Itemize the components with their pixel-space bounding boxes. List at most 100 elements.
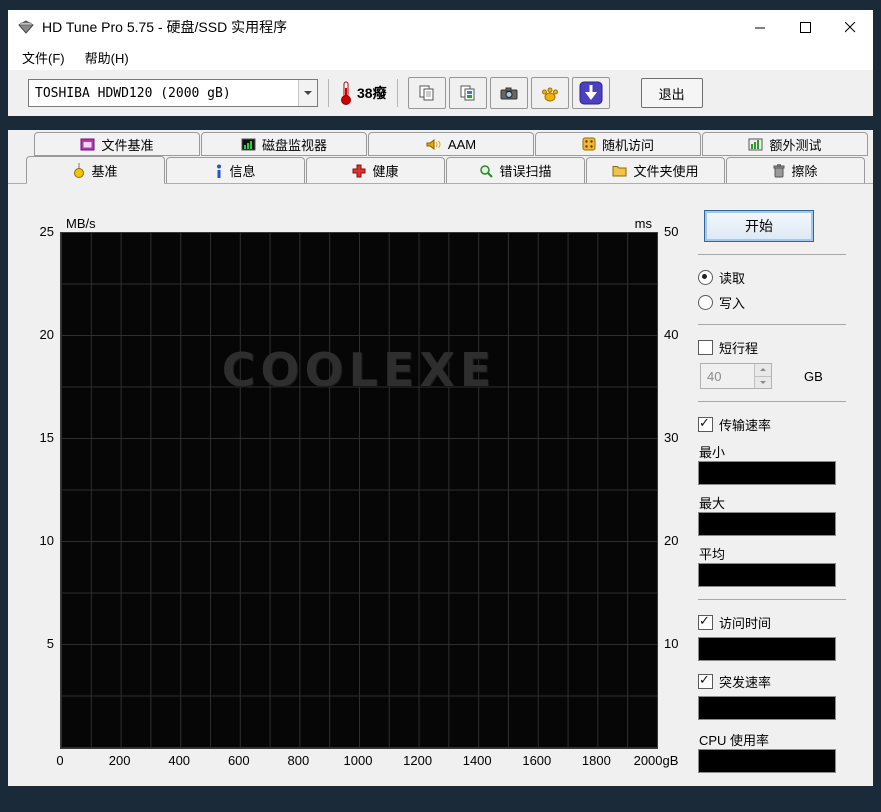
x-tick: 1600 — [522, 753, 551, 768]
short-stroke-size-input[interactable]: 40 — [700, 363, 772, 389]
camera-icon — [500, 86, 518, 101]
x-tick: 1400 — [463, 753, 492, 768]
tab-error-scan[interactable]: 错误扫描 — [446, 157, 585, 183]
avg-value-field — [698, 563, 836, 587]
copy-image-icon — [459, 85, 477, 102]
short-stroke-checkbox[interactable] — [698, 340, 713, 355]
app-logo-icon — [18, 20, 34, 34]
desktop-background: HD Tune Pro 5.75 - 硬盘/SSD 实用程序 文件(F) 帮助(… — [0, 0, 881, 812]
paw-button[interactable] — [531, 77, 569, 109]
health-cross-icon — [352, 164, 366, 178]
read-radio[interactable] — [698, 270, 713, 285]
tab-folder-usage[interactable]: 文件夹使用 — [586, 157, 725, 183]
tab-extra-tests[interactable]: 额外测试 — [702, 132, 868, 156]
info-icon — [215, 164, 223, 178]
burst-rate-row[interactable]: 突发速率 — [698, 671, 860, 691]
y-right-tick: 50 — [664, 225, 694, 239]
short-stroke-unit-label: GB — [804, 369, 823, 384]
download-button[interactable] — [572, 77, 610, 109]
tab-random-access[interactable]: 随机访问 — [535, 132, 701, 156]
minimize-button[interactable] — [738, 10, 783, 44]
drive-select-dropdown[interactable]: TOSHIBA HDWD120 (2000 gB) — [28, 79, 318, 107]
x-tick: 1000 — [344, 753, 373, 768]
y-left-tick: 20 — [26, 328, 54, 342]
burst-rate-checkbox[interactable] — [698, 674, 713, 689]
tab-aam[interactable]: AAM — [368, 132, 534, 156]
transfer-rate-checkbox[interactable] — [698, 417, 713, 432]
y-right-tick: 30 — [664, 431, 694, 445]
min-value-field — [698, 461, 836, 485]
extra-tests-icon — [748, 138, 763, 151]
max-value-field — [698, 512, 836, 536]
tab-disk-monitor[interactable]: 磁盘监视器 — [201, 132, 367, 156]
exit-button[interactable]: 退出 — [641, 78, 703, 108]
x-tick-with-unit: 2000gB — [634, 753, 679, 768]
maximize-button[interactable] — [783, 10, 828, 44]
benchmark-page: MB/s ms 25 20 15 10 5 50 40 30 20 10 COO… — [8, 184, 873, 786]
access-time-label: 访问时间 — [719, 613, 771, 632]
speaker-icon — [426, 138, 442, 151]
short-stroke-row[interactable]: 短行程 — [698, 337, 860, 357]
transfer-rate-row[interactable]: 传输速率 — [698, 414, 860, 434]
close-button[interactable] — [828, 10, 873, 44]
avg-label: 平均 — [699, 544, 860, 560]
read-radio-row[interactable]: 读取 — [698, 267, 860, 287]
x-tick: 600 — [228, 753, 250, 768]
short-stroke-size-value: 40 — [701, 364, 754, 388]
plot-area: COOLEXE — [60, 232, 658, 749]
file-benchmark-icon — [80, 138, 95, 151]
transfer-rate-label: 传输速率 — [719, 415, 771, 434]
y-left-tick: 10 — [26, 534, 54, 548]
spinner-buttons[interactable] — [754, 364, 771, 388]
benchmark-chart: MB/s ms 25 20 15 10 5 50 40 30 20 10 COO… — [26, 204, 692, 776]
short-stroke-label: 短行程 — [719, 338, 758, 357]
x-tick: 1200 — [403, 753, 432, 768]
menu-file[interactable]: 文件(F) — [12, 44, 75, 71]
chevron-down-icon — [298, 80, 317, 106]
tab-strip-secondary: 文件基准 磁盘监视器 AAM 随机访问 额外测试 — [8, 132, 873, 156]
y-right-tick: 10 — [664, 637, 694, 651]
menu-help[interactable]: 帮助(H) — [75, 44, 139, 71]
tab-info[interactable]: 信息 — [166, 157, 305, 183]
tab-health[interactable]: 健康 — [306, 157, 445, 183]
copy-image-button[interactable] — [449, 77, 487, 109]
burst-rate-value-field — [698, 696, 836, 720]
write-radio[interactable] — [698, 295, 713, 310]
y-right-tick: 40 — [664, 328, 694, 342]
start-button[interactable]: 开始 — [704, 210, 814, 242]
start-button-label: 开始 — [745, 216, 773, 236]
y-left-tick: 5 — [26, 637, 54, 651]
y-right-tick: 20 — [664, 534, 694, 548]
x-tick: 200 — [109, 753, 131, 768]
title-bar: HD Tune Pro 5.75 - 硬盘/SSD 实用程序 — [8, 10, 873, 44]
trash-icon — [773, 164, 785, 178]
exit-button-label: 退出 — [659, 84, 685, 103]
x-tick: 800 — [288, 753, 310, 768]
write-radio-label: 写入 — [719, 293, 745, 312]
screenshot-button[interactable] — [490, 77, 528, 109]
access-time-row[interactable]: 访问时间 — [698, 612, 860, 632]
y-right-axis-unit: ms — [586, 216, 652, 231]
read-radio-label: 读取 — [719, 268, 745, 287]
spinner-up-icon[interactable] — [755, 364, 771, 377]
toolbar: TOSHIBA HDWD120 (2000 gB) 38癈 — [8, 70, 873, 116]
menu-bar: 文件(F) 帮助(H) — [8, 44, 873, 70]
separator — [698, 324, 846, 325]
y-left-tick: 25 — [26, 225, 54, 239]
tab-benchmark[interactable]: 基准 — [26, 156, 165, 184]
spinner-down-icon[interactable] — [755, 377, 771, 389]
download-icon — [579, 81, 603, 105]
burst-rate-label: 突发速率 — [719, 672, 771, 691]
access-time-checkbox[interactable] — [698, 615, 713, 630]
tab-file-benchmark[interactable]: 文件基准 — [34, 132, 200, 156]
max-label: 最大 — [699, 493, 860, 509]
folder-icon — [612, 165, 627, 177]
copy-text-button[interactable] — [408, 77, 446, 109]
copy-icon — [418, 85, 436, 102]
window-title: HD Tune Pro 5.75 - 硬盘/SSD 实用程序 — [42, 17, 287, 37]
paw-icon — [541, 85, 559, 102]
app-window: HD Tune Pro 5.75 - 硬盘/SSD 实用程序 文件(F) 帮助(… — [8, 10, 873, 786]
write-radio-row[interactable]: 写入 — [698, 292, 860, 312]
disk-monitor-icon — [241, 138, 256, 151]
tab-erase[interactable]: 擦除 — [726, 157, 865, 183]
